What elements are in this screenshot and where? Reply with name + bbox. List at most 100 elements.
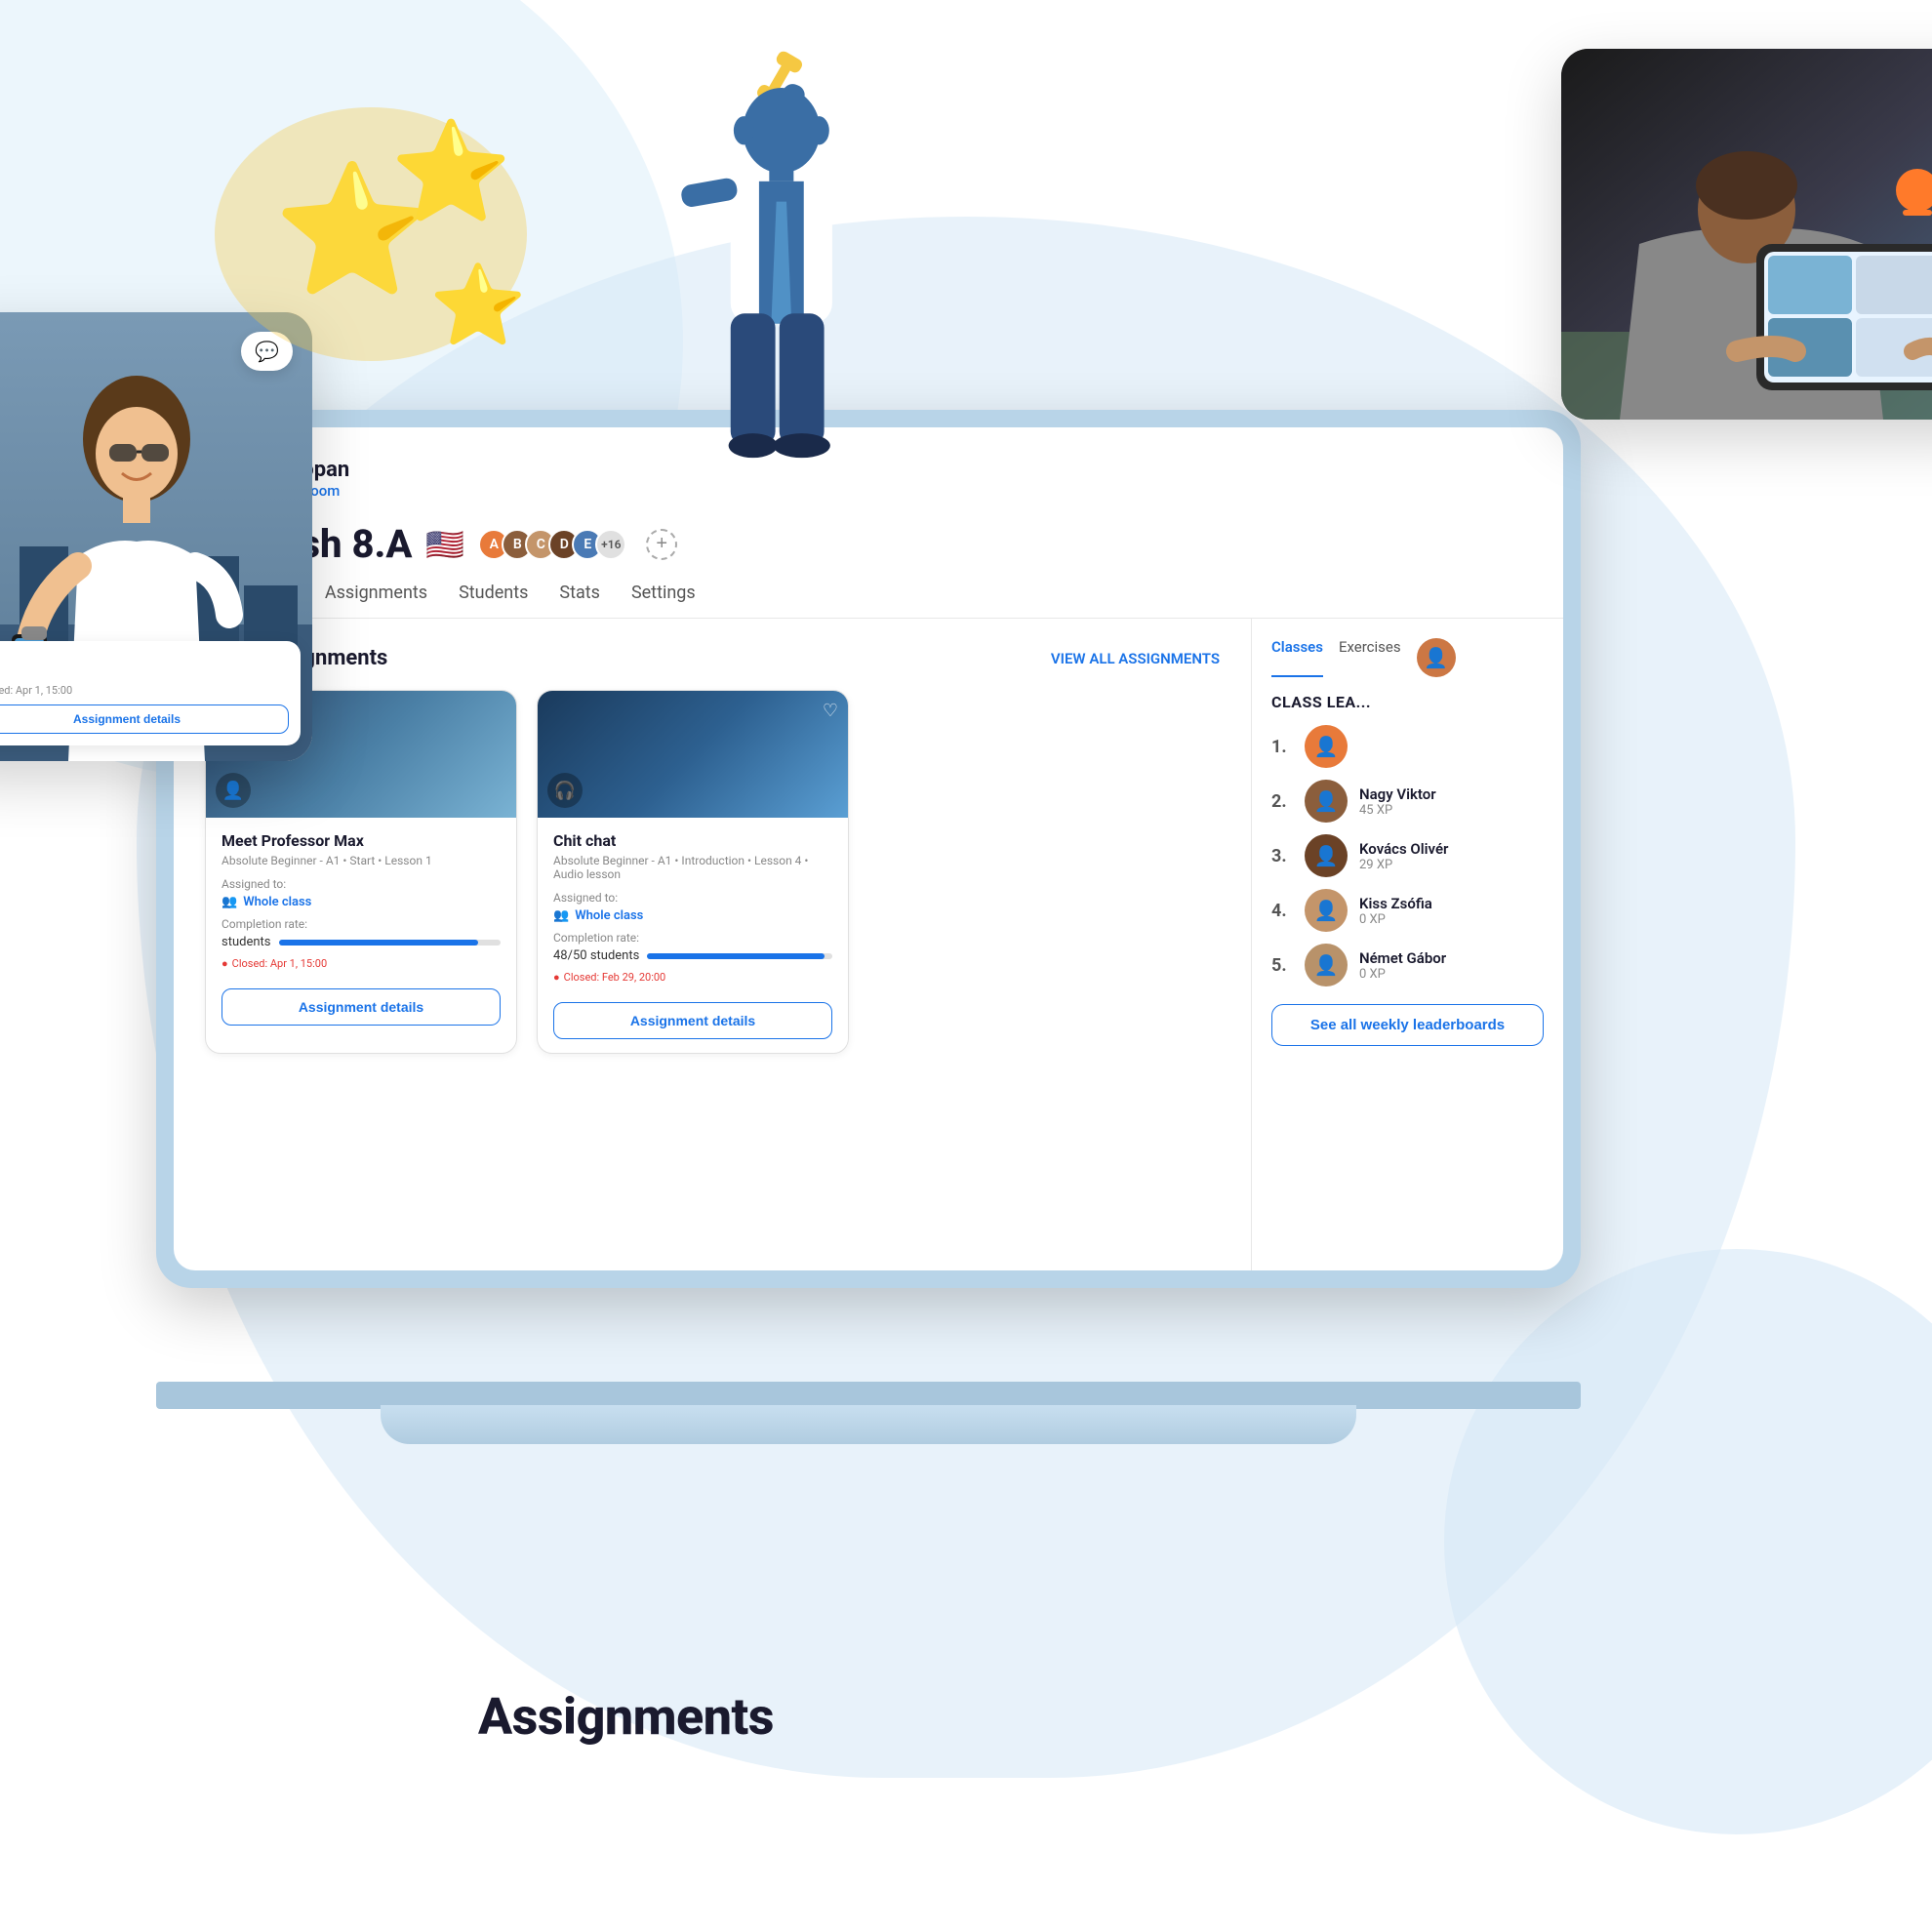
card-completion-text-2: 48/50 students xyxy=(553,948,639,963)
progress-bar-2 xyxy=(647,953,832,959)
lb-rank-1: 1. xyxy=(1271,737,1293,757)
card-closed-2: ● Closed: Feb 29, 20:00 xyxy=(553,971,832,984)
leaderboard-item-4: 4. 👤 Kiss Zsófia 0 XP xyxy=(1271,889,1544,932)
card-body-1: Meet Professor Max Absolute Beginner - A… xyxy=(206,818,516,1039)
card-icon-1: 👤 xyxy=(216,773,251,808)
card-thumb-2: 🎧 ♡ xyxy=(538,691,848,818)
card-assign-value-1: 👥 Whole class xyxy=(221,895,501,909)
laptop-wrapper: Xeropan Classroom English 8.A 🇺🇸 A B xyxy=(156,410,1581,1444)
whole-class-icon-2: 👥 xyxy=(553,908,569,923)
closed-dot-1: ● xyxy=(221,957,228,970)
mini-class-label: class xyxy=(0,653,289,665)
mini-closed-text: ● Closed: Apr 1, 15:00 xyxy=(0,684,289,697)
tab-assignments[interactable]: Assignments xyxy=(325,583,427,618)
avatar-stack: A B C D E +16 xyxy=(478,529,626,560)
lb-name-3: Kovács Olivér xyxy=(1359,840,1544,858)
tablet-photo-bg xyxy=(1561,49,1932,420)
lb-info-2: Nagy Viktor 45 XP xyxy=(1359,785,1544,818)
laptop-screen: Xeropan Classroom English 8.A 🇺🇸 A B xyxy=(156,410,1581,1288)
assignments-grid: 👤 Meet Professor Max Absolute Beginner -… xyxy=(205,690,1220,1054)
card-body-2: Chit chat Absolute Beginner - A1 • Intro… xyxy=(538,818,848,1053)
avatar-more: +16 xyxy=(595,529,626,560)
lb-avatar-2: 👤 xyxy=(1305,780,1348,823)
progress-bar-1 xyxy=(279,940,502,946)
card-title-2: Chit chat xyxy=(553,831,832,850)
blue-person-illustration xyxy=(605,39,917,531)
lb-info-4: Kiss Zsófia 0 XP xyxy=(1359,895,1544,927)
lb-name-2: Nagy Viktor xyxy=(1359,785,1544,803)
lb-xp-2: 45 XP xyxy=(1359,803,1544,818)
card-assign-label-2: Assigned to: xyxy=(553,891,832,905)
tab-settings[interactable]: Settings xyxy=(631,583,696,618)
card-sub-1: Absolute Beginner - A1 • Start • Lesson … xyxy=(221,854,501,867)
assignments-label-container: Assignments xyxy=(478,1687,774,1747)
card-title-1: Meet Professor Max xyxy=(221,831,501,850)
laptop-base xyxy=(381,1405,1356,1444)
card-heart-2: ♡ xyxy=(823,701,838,721)
card-completion-label-2: Completion rate: xyxy=(553,931,832,945)
svg-text:⭐: ⭐ xyxy=(429,260,527,351)
app-body: Open Assignments VIEW ALL ASSIGNMENTS 👤 xyxy=(174,619,1563,1270)
lb-rank-2: 2. xyxy=(1271,791,1293,812)
floating-card-right xyxy=(1561,49,1932,420)
card-completion-label-1: Completion rate: xyxy=(221,917,501,931)
progress-fill-1 xyxy=(279,940,479,946)
lb-name-4: Kiss Zsófia xyxy=(1359,895,1544,912)
leaderboard-item-5: 5. 👤 Német Gábor 0 XP xyxy=(1271,944,1544,986)
lb-avatar-1: 👤 xyxy=(1305,725,1348,768)
card-assign-value-2: 👥 Whole class xyxy=(553,908,832,923)
card-completion-text-1: students xyxy=(221,935,271,949)
assignments-label: Assignments xyxy=(478,1687,774,1747)
mini-assignment-overlay: class rate: ● Closed: Apr 1, 15:00 Assig… xyxy=(0,641,301,745)
svg-text:⭐: ⭐ xyxy=(390,115,512,229)
main-content: Open Assignments VIEW ALL ASSIGNMENTS 👤 xyxy=(174,619,1251,1270)
assignment-card-2: 🎧 ♡ Chit chat Absolute Beginner - A1 • I… xyxy=(537,690,849,1054)
open-assignments-header: Open Assignments VIEW ALL ASSIGNMENTS xyxy=(205,646,1220,670)
card-icon-2: 🎧 xyxy=(547,773,583,808)
sidebar-tab-exercises[interactable]: Exercises xyxy=(1339,638,1401,677)
leaderboard-item-3: 3. 👤 Kovács Olivér 29 XP xyxy=(1271,834,1544,877)
progress-fill-2 xyxy=(647,953,825,959)
sidebar-tabs: Classes Exercises 👤 xyxy=(1271,638,1544,677)
leaderboard-title: CLASS LEA... xyxy=(1271,693,1544,711)
card-assign-label-1: Assigned to: xyxy=(221,877,501,891)
lb-avatar-3: 👤 xyxy=(1305,834,1348,877)
flag-icon: 🇺🇸 xyxy=(425,526,464,563)
mini-rate-label: rate: xyxy=(0,667,289,680)
see-all-leaderboards-btn[interactable]: See all weekly leaderboards xyxy=(1271,1004,1544,1046)
lb-rank-3: 3. xyxy=(1271,846,1293,866)
card-closed-1: ● Closed: Apr 1, 15:00 xyxy=(221,957,501,970)
app-content: Xeropan Classroom English 8.A 🇺🇸 A B xyxy=(174,427,1563,1270)
view-all-link[interactable]: VIEW ALL ASSIGNMENTS xyxy=(1051,650,1220,667)
lb-avatar-4: 👤 xyxy=(1305,889,1348,932)
lb-xp-4: 0 XP xyxy=(1359,912,1544,927)
stars-illustration: ⭐ ⭐ ⭐ xyxy=(195,59,566,394)
add-member-button[interactable]: + xyxy=(646,529,677,560)
screen-inner: Xeropan Classroom English 8.A 🇺🇸 A B xyxy=(174,427,1563,1270)
mini-details-btn[interactable]: Assignment details xyxy=(0,704,289,734)
details-btn-2[interactable]: Assignment details xyxy=(553,1002,832,1039)
lb-avatar-5: 👤 xyxy=(1305,944,1348,986)
tab-students[interactable]: Students xyxy=(459,583,528,618)
card-bg-2 xyxy=(538,691,848,818)
leaderboard-item-1: 1. 👤 xyxy=(1271,725,1544,768)
card-completion-row-1: students xyxy=(221,935,501,949)
card-completion-row-2: 48/50 students xyxy=(553,948,832,963)
lb-info-3: Kovács Olivér 29 XP xyxy=(1359,840,1544,872)
leaderboard-item-2: 2. 👤 Nagy Viktor 45 XP xyxy=(1271,780,1544,823)
sidebar-user-avatar: 👤 xyxy=(1417,638,1456,677)
lb-rank-4: 4. xyxy=(1271,901,1293,921)
card-sub-2: Absolute Beginner - A1 • Introduction • … xyxy=(553,854,832,881)
nav-tabs: Áttekintés Assignments Students Stats Se… xyxy=(213,583,1524,618)
lb-name-5: Német Gábor xyxy=(1359,949,1544,967)
leaderboard-list: 1. 👤 2. 👤 xyxy=(1271,725,1544,986)
lb-rank-5: 5. xyxy=(1271,955,1293,976)
closed-dot-2: ● xyxy=(553,971,560,984)
tab-stats[interactable]: Stats xyxy=(559,583,600,618)
sidebar-right: Classes Exercises 👤 CLASS LEA... 1. 👤 xyxy=(1251,619,1563,1270)
sidebar-tab-classes[interactable]: Classes xyxy=(1271,638,1323,677)
lb-info-5: Német Gábor 0 XP xyxy=(1359,949,1544,982)
details-btn-1[interactable]: Assignment details xyxy=(221,988,501,1026)
lb-xp-3: 29 XP xyxy=(1359,858,1544,872)
whole-class-icon-1: 👥 xyxy=(221,895,237,909)
